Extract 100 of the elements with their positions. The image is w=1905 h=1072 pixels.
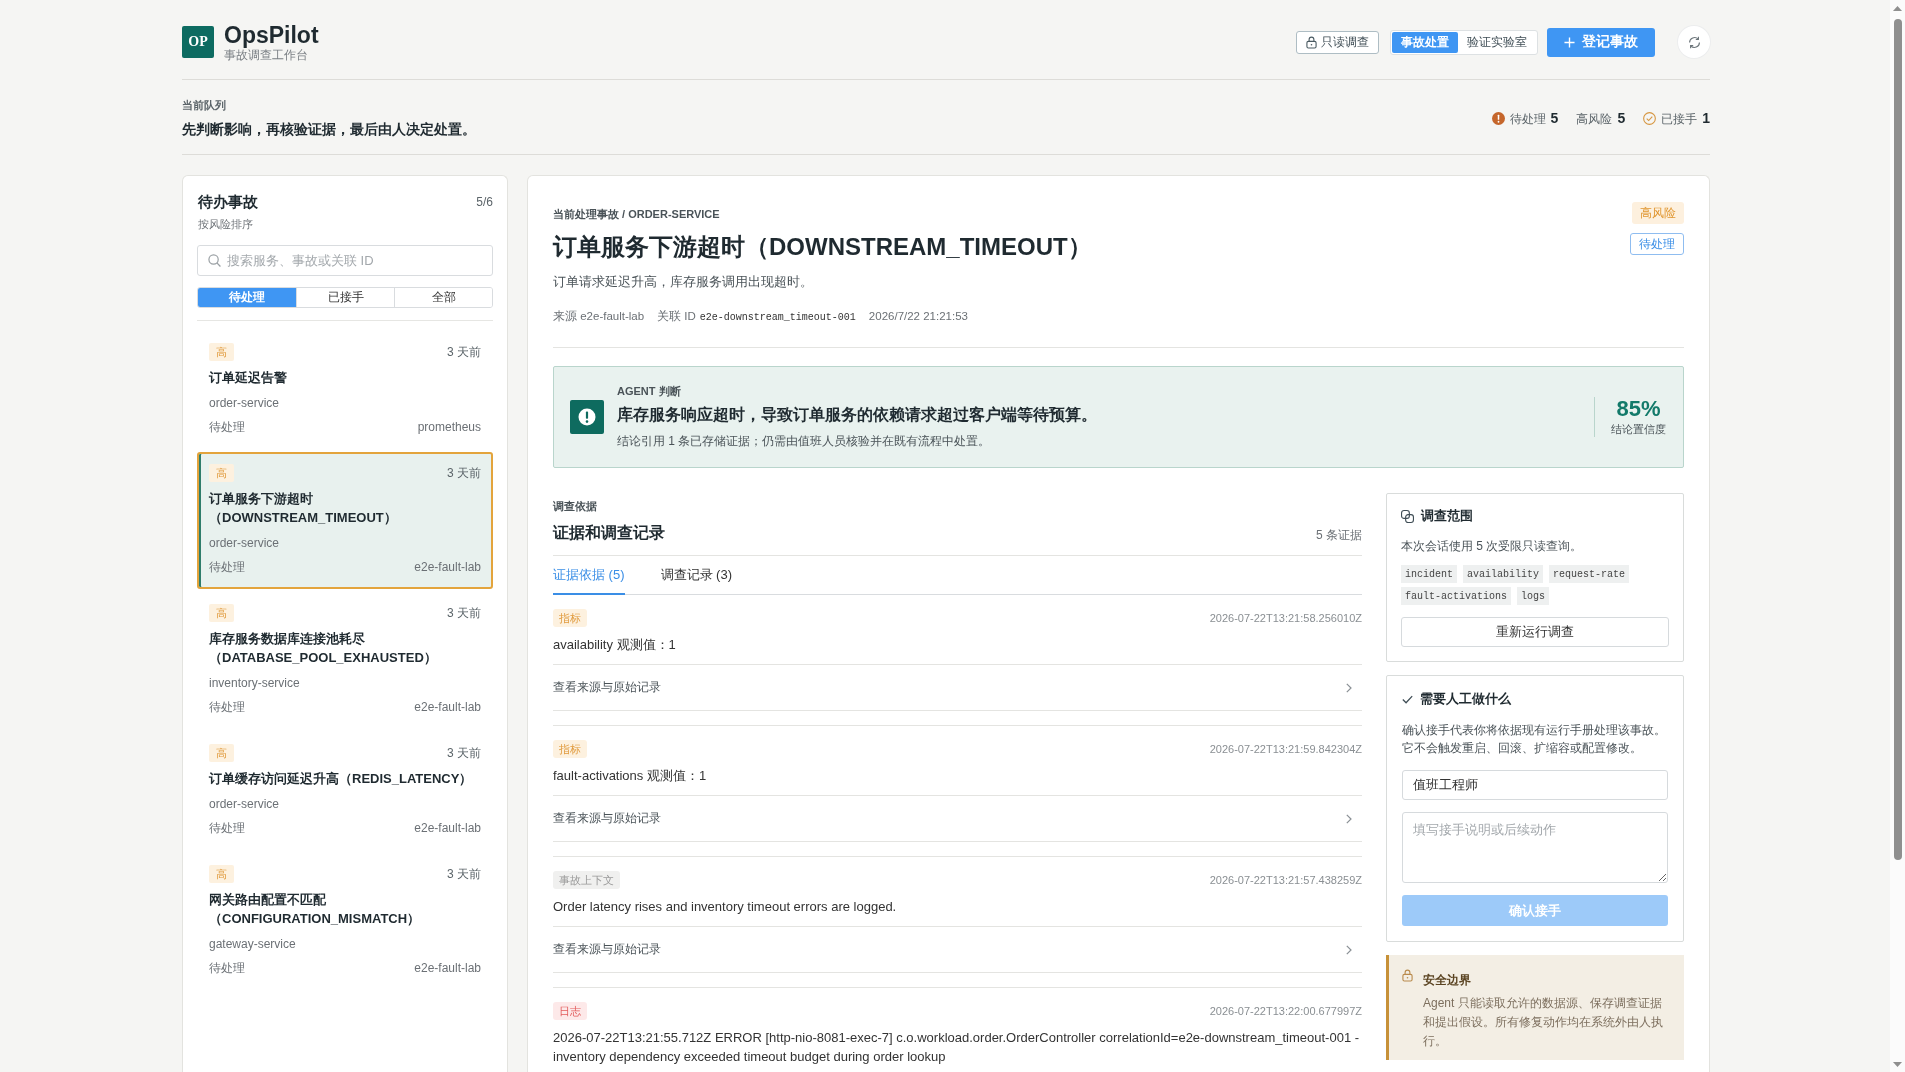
- breadcrumb: 当前处理事故 / ORDER-SERVICE: [553, 207, 721, 222]
- scope-tag: logs: [1517, 587, 1550, 605]
- assignee-field[interactable]: 值班工程师: [1402, 770, 1668, 800]
- scrollbar-thumb[interactable]: [1893, 19, 1902, 860]
- incident-source: prometheus: [417, 419, 481, 436]
- source-link[interactable]: 查看来源与原始记录: [553, 795, 1362, 842]
- refresh-button[interactable]: [1678, 26, 1710, 58]
- incident-age: 3 天前: [447, 343, 481, 361]
- evidence-tab[interactable]: 调查记录 (3): [660, 556, 732, 595]
- incident-item[interactable]: 高 3 天前 库存服务数据库连接池耗尽（DATABASE_POOL_EXHAUSTED） inventory-service 待处理 e2e-fault-lab: [197, 592, 493, 729]
- lock-icon: [1306, 35, 1317, 49]
- queue-stat: 已接手 1: [1661, 109, 1710, 128]
- incident-status: 待处理: [209, 960, 245, 977]
- queue-stat: 待处理 5: [1509, 109, 1559, 128]
- refresh-icon: [1687, 35, 1701, 49]
- incident-source: e2e-fault-lab: [414, 699, 481, 716]
- confidence-value: 85%: [1616, 397, 1661, 421]
- service-name: gateway-service: [209, 936, 297, 953]
- source-link[interactable]: 查看来源与原始记录: [553, 926, 1362, 973]
- scroll-down-icon[interactable]: [1893, 1062, 1902, 1067]
- incident-status: 待处理: [209, 699, 245, 716]
- agent-conclusion: 库存服务响应超时，导致订单服务的依赖请求超过客户端等待预算。: [617, 405, 1098, 425]
- logo-mark: OP: [182, 26, 214, 58]
- incident-title: 库存服务数据库连接池耗尽（DATABASE_POOL_EXHAUSTED）: [209, 630, 438, 667]
- card-title: 安全边界: [1423, 972, 1472, 989]
- incident-title: 订单缓存访问延迟升高（REDIS_LATENCY）: [209, 770, 474, 788]
- evidence-text: 2026-07-22T13:21:55.712Z ERROR [http-nio-8081-exec-7] c.o.workload.order.OrderController correlationId=e2e-downstream_timeout-001 - inventory dependency exceeded timeout budget during order lookup: [553, 1029, 1361, 1066]
- handoff-description: 确认接手代表你将依据现有运行手册处理该事故。它不会触发重启、回滚、扩缩容或配置修改。: [1402, 722, 1667, 757]
- status-badge: 待处理: [1630, 233, 1684, 255]
- filter-tab[interactable]: 全部: [394, 288, 492, 307]
- evidence-time: 2026-07-22T13:21:57.438259Z: [1209, 874, 1362, 886]
- evidence-text: fault-activations 观测值：1: [553, 767, 708, 785]
- evidence-tag: 指标: [553, 609, 587, 627]
- severity-badge: 高: [209, 604, 234, 622]
- incident-age: 3 天前: [447, 744, 481, 762]
- incident-status: 待处理: [209, 419, 245, 436]
- rerun-button[interactable]: 重新运行调查: [1401, 617, 1669, 647]
- service-name: order-service: [209, 796, 281, 813]
- alert-icon: [570, 400, 604, 434]
- evidence-tag: 指标: [553, 740, 587, 758]
- incident-item[interactable]: 高 3 天前 订单缓存访问延迟升高（REDIS_LATENCY） order-service 待处理 e2e-fault-lab: [197, 732, 493, 850]
- scroll-up-icon[interactable]: [1893, 6, 1902, 11]
- incident-age: 3 天前: [447, 604, 481, 622]
- severity-badge: 高: [209, 343, 234, 361]
- overlapping-squares-icon: [1401, 509, 1414, 523]
- safety-text: Agent 只能读取允许的数据源、保存调查证据和提出假设。所有修复动作均在系统外由人执行。: [1423, 995, 1664, 1050]
- incident-title: 订单延迟告警: [209, 369, 288, 387]
- evidence-tab[interactable]: 证据依据 (5): [553, 556, 625, 595]
- incident-description: 订单请求延迟升高，库存服务调用出现超时。: [553, 273, 814, 291]
- incident-heading: 订单服务下游超时（DOWNSTREAM_TIMEOUT）: [553, 232, 1092, 262]
- panel-subtitle: 按风险排序: [197, 217, 254, 232]
- correlation-id: 关联 ID e2e-downstream_timeout-001: [657, 309, 856, 325]
- section-eyebrow: 调查依据: [553, 499, 598, 514]
- chevron-right-icon: [1346, 682, 1352, 693]
- incident-title: 订单服务下游超时（DOWNSTREAM_TIMEOUT）: [209, 490, 398, 527]
- severity-badge: 高: [209, 744, 234, 762]
- severity-badge: 高: [209, 865, 234, 883]
- scope-tag: availability: [1463, 565, 1544, 583]
- incident-source: e2e-fault-lab: [414, 559, 481, 576]
- confidence-label: 结论置信度: [1611, 422, 1666, 437]
- queue-summary: 先判断影响，再核验证据，最后由人决定处置。: [182, 120, 476, 139]
- incident-item[interactable]: 高 3 天前 订单延迟告警 order-service 待处理 prometheus: [197, 331, 493, 449]
- panel-title: 待办事故: [197, 192, 258, 212]
- incident-status: 待处理: [209, 559, 245, 576]
- plus-icon: [1564, 36, 1575, 48]
- incident-meta: 来源 e2e-fault-lab: [553, 309, 645, 324]
- search-field[interactable]: 搜索服务、事故或关联 ID: [197, 245, 493, 276]
- evidence-text: Order latency rises and inventory timeout errors are logged.: [553, 898, 898, 916]
- scope-tag: incident: [1401, 565, 1457, 583]
- agent-note: 结论引用 1 条已存储证据；仍需由值班人员核验并在既有流程中处置。: [617, 433, 992, 450]
- readonly-button[interactable]: 只读调查: [1296, 30, 1379, 54]
- scope-description: 本次会话使用 5 次受限只读查询。: [1401, 538, 1584, 555]
- app-name: OpsPilot: [224, 21, 319, 48]
- risk-badge: 高风险: [1632, 202, 1684, 224]
- lock-icon: [1402, 969, 1413, 982]
- evidence-time: 2026-07-22T13:21:59.842304Z: [1209, 743, 1362, 755]
- check-circle-icon: [1643, 112, 1657, 125]
- severity-badge: 高: [209, 464, 234, 482]
- evidence-tag: 日志: [553, 1002, 587, 1020]
- check-icon: [1402, 694, 1413, 704]
- incident-age: 3 天前: [447, 464, 481, 482]
- incident-count: 5/6: [476, 195, 493, 209]
- app-subtitle: 事故调查工作台: [224, 48, 309, 63]
- queue-stat: 高风险 5: [1576, 109, 1626, 128]
- incident-item[interactable]: 高 3 天前 订单服务下游超时（DOWNSTREAM_TIMEOUT） order-service 待处理 e2e-fault-lab: [197, 452, 493, 589]
- queue-label: 当前队列: [182, 98, 227, 113]
- card-title: 需要人工做什么: [1420, 690, 1511, 708]
- handoff-note-field[interactable]: 填写接手说明或后续动作: [1402, 812, 1668, 883]
- mode-tab[interactable]: 验证实验室: [1458, 31, 1536, 53]
- scope-tag: fault-activations: [1401, 587, 1512, 605]
- chevron-right-icon: [1346, 813, 1352, 824]
- chevron-right-icon: [1346, 944, 1352, 955]
- search-icon: [208, 254, 221, 267]
- agent-label: AGENT 判断: [617, 384, 682, 399]
- incident-item[interactable]: 高 3 天前 网关路由配置不匹配（CONFIGURATION_MISMATCH） gateway-service 待处理 e2e-fault-lab: [197, 853, 493, 990]
- card-title: 调查范围: [1421, 507, 1473, 525]
- scope-tag: request-rate: [1549, 565, 1630, 583]
- service-name: order-service: [209, 395, 281, 412]
- source-link[interactable]: 查看来源与原始记录: [553, 664, 1362, 711]
- incident-status: 待处理: [209, 820, 245, 837]
